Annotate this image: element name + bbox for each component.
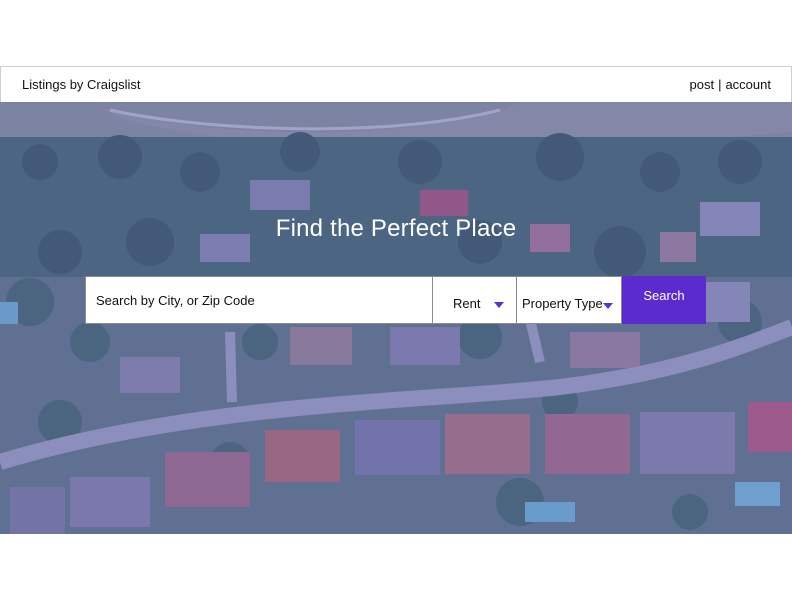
post-link[interactable]: post [689,77,714,92]
location-search-field [86,277,433,323]
site-brand-link[interactable]: Listings by Craigslist [22,77,141,92]
property-type-value: Property Type [522,295,603,311]
location-search-input[interactable] [96,277,432,323]
account-nav: post | account [689,77,771,92]
property-type-select[interactable]: Property Type [517,277,622,323]
page: Listings by Craigslist post | account Fi… [0,0,792,600]
chevron-down-icon [494,302,504,308]
chevron-down-icon [603,303,613,309]
search-bar: Rent Property Type Search [85,276,706,324]
top-navigation-bar: Listings by Craigslist post | account [0,66,792,102]
search-button[interactable]: Search [622,276,706,324]
listing-type-value: Rent [453,295,481,311]
nav-separator: | [718,77,722,92]
hero-title: Find the Perfect Place [275,215,517,242]
account-link[interactable]: account [725,77,771,92]
listing-type-select[interactable]: Rent [433,277,517,323]
hero-banner: Find the Perfect Place Rent Property Typ… [0,102,792,534]
